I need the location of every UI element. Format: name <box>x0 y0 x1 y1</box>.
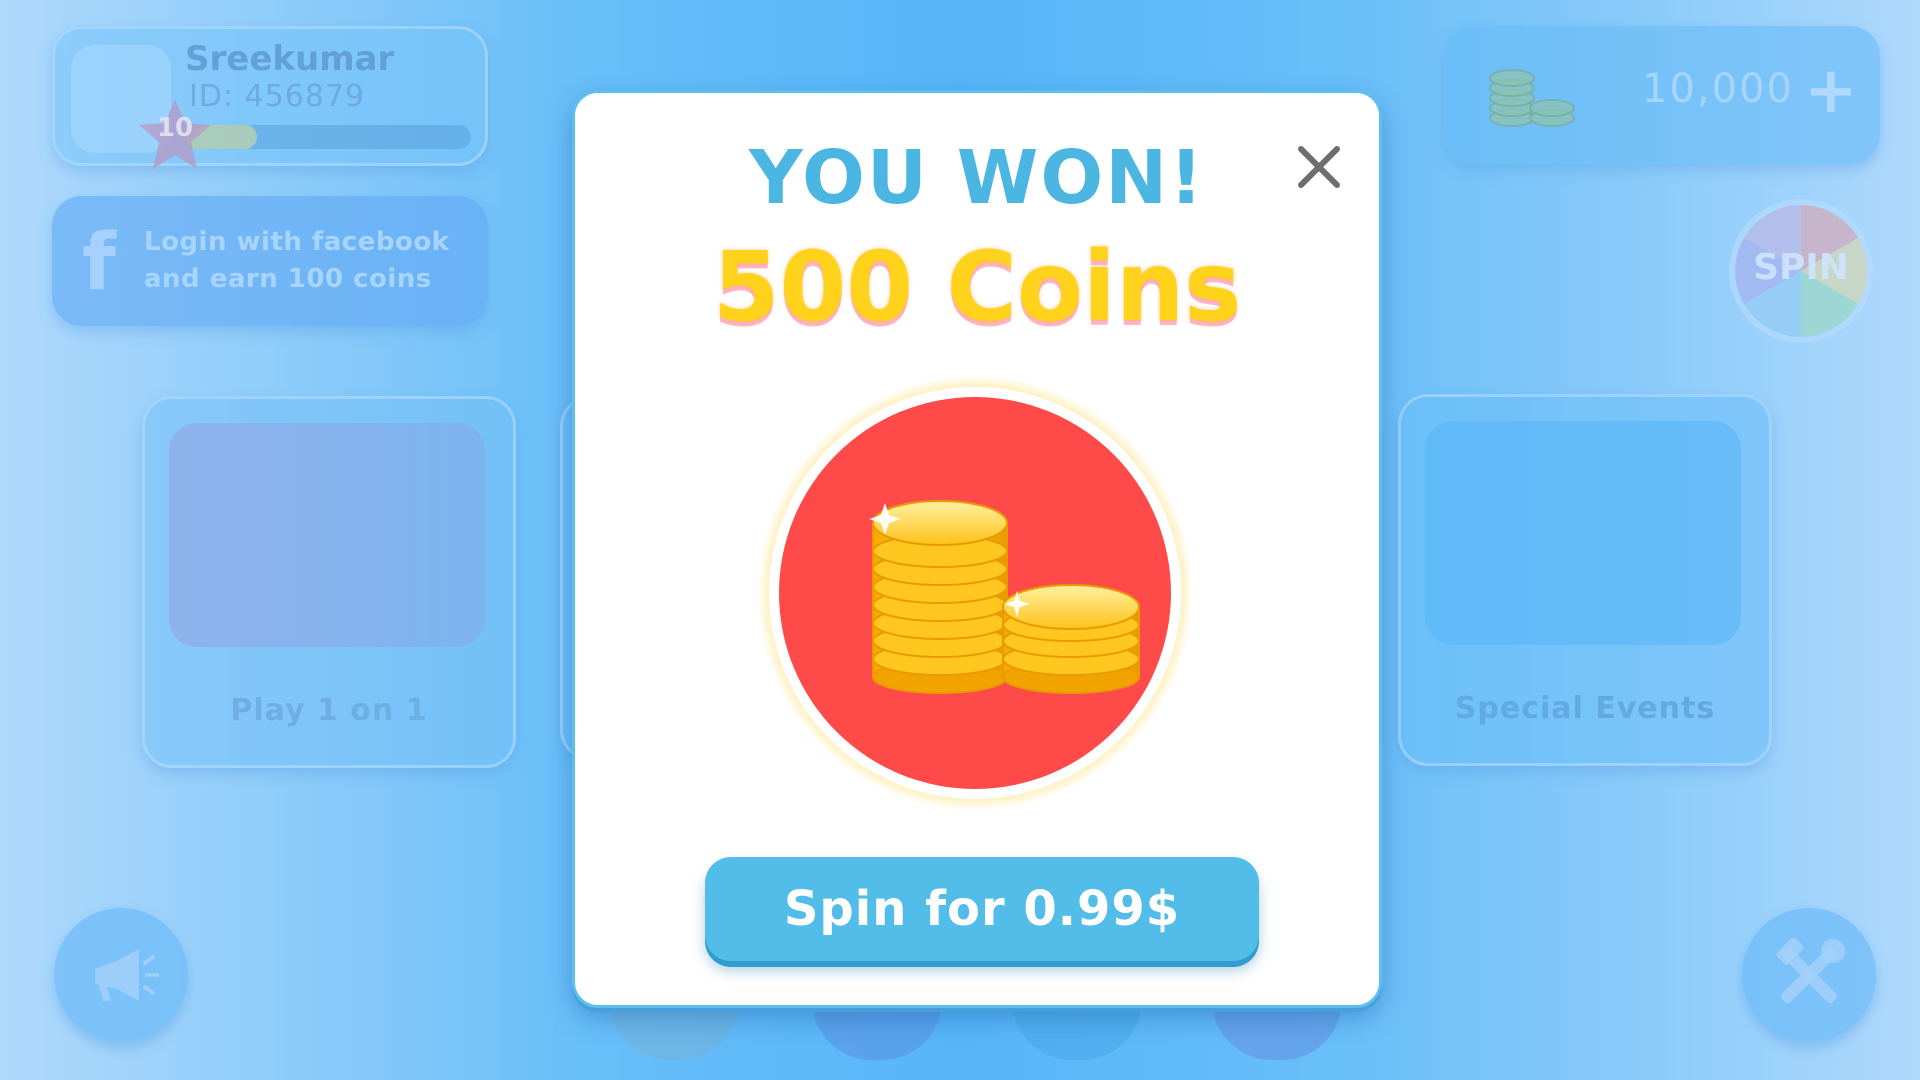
gold-coins-icon <box>757 375 1193 811</box>
spin-purchase-button[interactable]: Spin for 0.99$ <box>705 857 1259 961</box>
win-dialog: YOU WON! 500 Coins Spin for 0.99$ <box>572 90 1382 1008</box>
prize-amount: 500 Coins <box>712 231 1242 343</box>
dialog-title: YOU WON! <box>749 135 1205 221</box>
